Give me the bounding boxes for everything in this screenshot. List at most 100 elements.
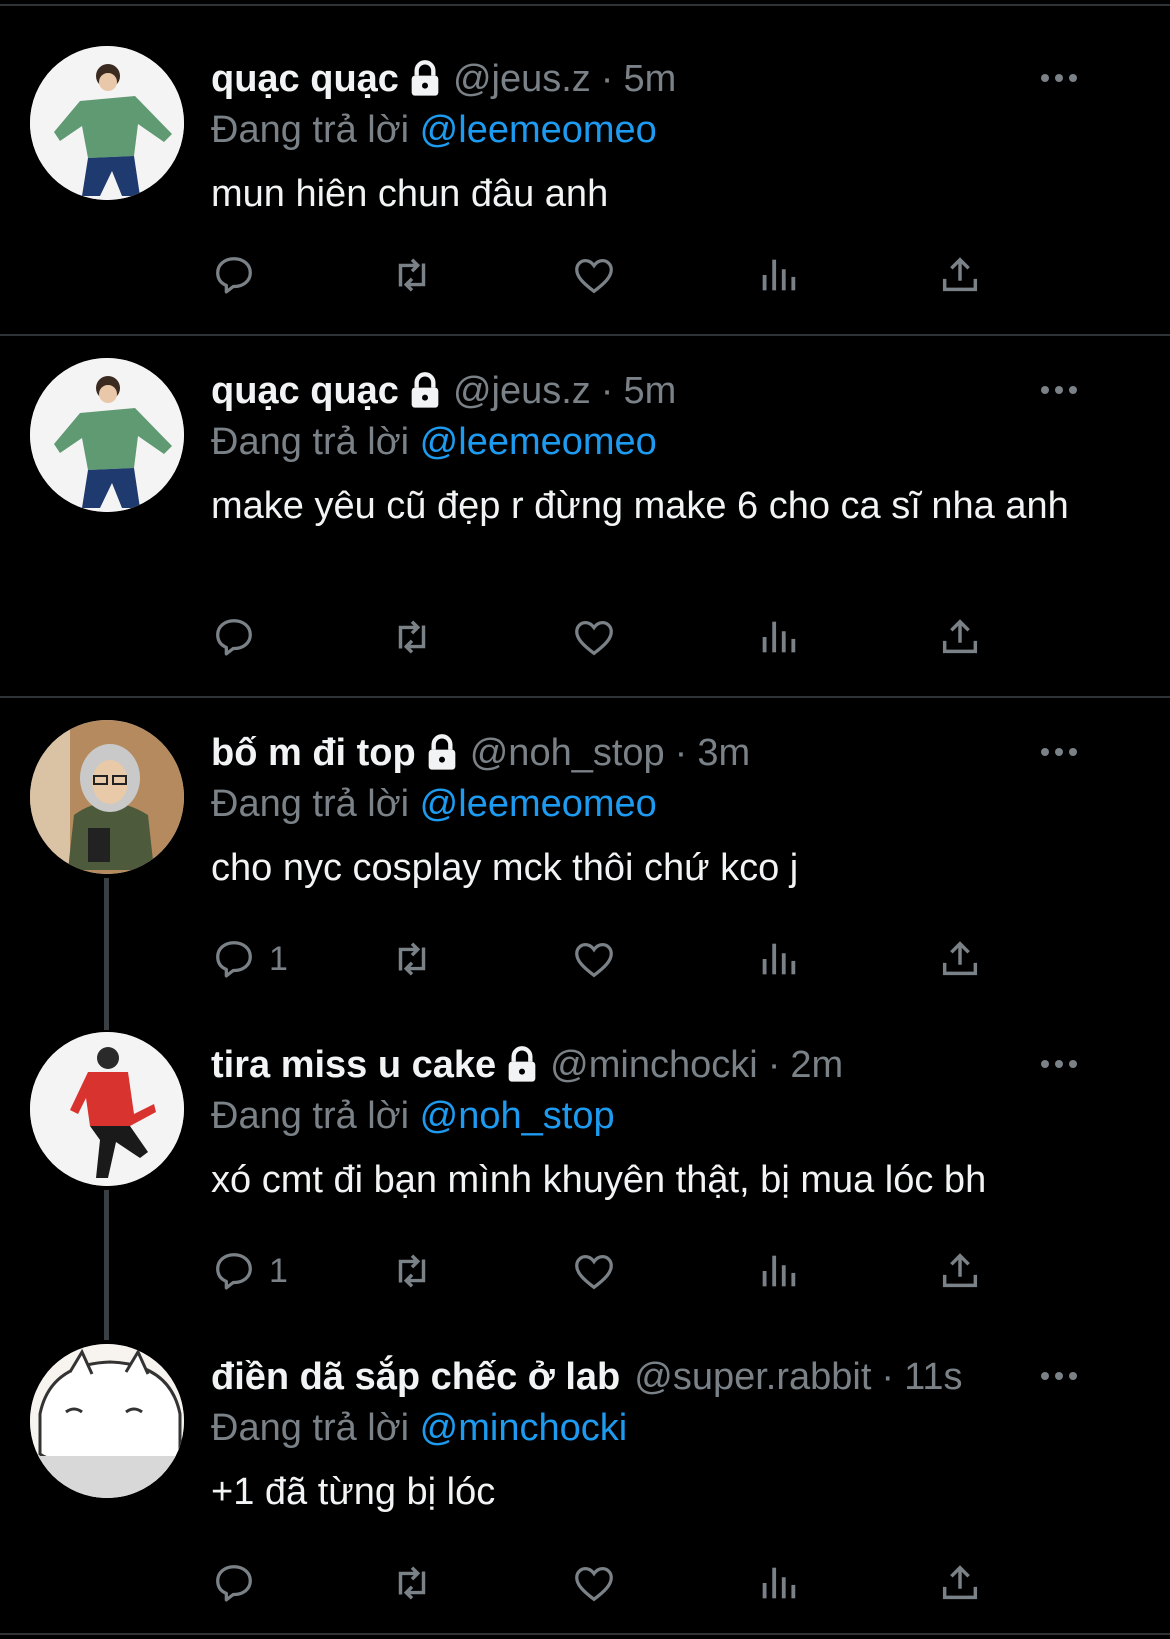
reply-prefix: Đang trả lời — [211, 1407, 410, 1449]
tweet[interactable]: quạc quạc @jeus.z · 5m Đang trả lời @lee… — [0, 46, 1170, 332]
like-icon — [575, 620, 613, 656]
mention-link[interactable]: @leemeomeo — [420, 109, 657, 151]
share-icon — [942, 1253, 978, 1288]
replying-to: Đang trả lời @noh_stop — [211, 1092, 1131, 1140]
views-button[interactable] — [755, 1246, 801, 1296]
handle[interactable]: @super.rabbit — [634, 1356, 871, 1399]
divider — [0, 696, 1170, 698]
like-button[interactable] — [571, 1558, 617, 1608]
tweet-text: xó cmt đi bạn mình khuyên thật, bị mua l… — [211, 1159, 987, 1201]
reply-prefix: Đang trả lời — [211, 783, 410, 825]
separator: · — [600, 57, 614, 100]
reply-button[interactable] — [211, 1558, 269, 1608]
reply-button[interactable]: 1 — [211, 1246, 288, 1296]
more-icon[interactable] — [1037, 1358, 1081, 1394]
tweet-text: cho nyc cosplay mck thôi chứ kco j — [211, 847, 799, 889]
retweet-icon — [398, 258, 426, 292]
share-button[interactable] — [937, 1246, 983, 1296]
separator: · — [674, 731, 688, 774]
views-icon — [762, 1567, 796, 1599]
avatar-image — [30, 46, 184, 200]
views-button[interactable] — [755, 1558, 801, 1608]
avatar[interactable] — [30, 720, 184, 874]
replying-to: Đang trả lời @leemeomeo — [211, 418, 1131, 466]
lock-icon — [405, 371, 445, 411]
share-button[interactable] — [937, 612, 983, 662]
views-button[interactable] — [755, 250, 801, 300]
display-name[interactable]: điền dã sắp chếc ở lab — [211, 1356, 620, 1399]
reply-icon — [216, 257, 252, 294]
mention-link[interactable]: @leemeomeo — [420, 421, 657, 463]
reply-button[interactable]: 1 — [211, 934, 288, 984]
like-icon — [575, 1254, 613, 1290]
more-icon[interactable] — [1037, 734, 1081, 770]
retweet-icon — [398, 1566, 426, 1600]
separator: · — [600, 369, 614, 412]
avatar-image — [30, 1344, 184, 1498]
handle[interactable]: @minchocki — [550, 1044, 758, 1087]
like-button[interactable] — [571, 1246, 617, 1296]
like-button[interactable] — [571, 934, 617, 984]
like-icon — [575, 942, 613, 978]
timestamp[interactable]: 5m — [623, 370, 676, 413]
reply-count: 1 — [269, 1251, 288, 1290]
retweet-button[interactable] — [389, 1558, 435, 1608]
mention-link[interactable]: @noh_stop — [420, 1095, 615, 1137]
avatar[interactable] — [30, 1344, 184, 1498]
retweet-button[interactable] — [389, 250, 435, 300]
views-icon — [762, 943, 796, 975]
share-button[interactable] — [937, 250, 983, 300]
share-button[interactable] — [937, 1558, 983, 1608]
avatar[interactable] — [30, 46, 184, 200]
timestamp[interactable]: 5m — [623, 58, 676, 101]
views-button[interactable] — [755, 934, 801, 984]
handle[interactable]: @jeus.z — [453, 370, 591, 413]
display-name[interactable]: bố m đi top — [211, 732, 416, 775]
timestamp[interactable]: 2m — [790, 1044, 843, 1087]
tweet[interactable]: quạc quạc @jeus.z · 5m Đang trả lời @lee… — [0, 358, 1170, 694]
mention-link[interactable]: @minchocki — [420, 1407, 628, 1449]
reply-count: 1 — [269, 939, 288, 978]
retweet-button[interactable] — [389, 612, 435, 662]
avatar-image — [30, 720, 184, 874]
avatar-image — [30, 358, 184, 512]
reply-icon — [216, 1253, 252, 1290]
reply-button[interactable] — [211, 250, 269, 300]
lock-icon — [422, 733, 462, 773]
timestamp[interactable]: 11s — [904, 1356, 962, 1399]
display-name[interactable]: tira miss u cake — [211, 1044, 496, 1087]
display-name[interactable]: quạc quạc — [211, 370, 399, 413]
avatar[interactable] — [30, 1032, 184, 1186]
timestamp[interactable]: 3m — [697, 732, 750, 775]
like-button[interactable] — [571, 612, 617, 662]
tweet[interactable]: điền dã sắp chếc ở lab @super.rabbit · 1… — [0, 1344, 1170, 1632]
reply-button[interactable] — [211, 612, 269, 662]
replying-to: Đang trả lời @leemeomeo — [211, 780, 1131, 828]
lock-icon — [502, 1045, 542, 1085]
like-button[interactable] — [571, 250, 617, 300]
handle[interactable]: @noh_stop — [470, 732, 665, 775]
reply-icon — [216, 619, 252, 656]
separator: · — [881, 1355, 895, 1398]
handle[interactable]: @jeus.z — [453, 58, 591, 101]
avatar[interactable] — [30, 358, 184, 512]
more-icon[interactable] — [1037, 1046, 1081, 1082]
tweet-text: make yêu cũ đẹp r đừng make 6 cho ca sĩ … — [211, 485, 1069, 527]
reply-icon — [216, 1565, 252, 1602]
mention-link[interactable]: @leemeomeo — [420, 783, 657, 825]
divider — [0, 334, 1170, 336]
share-button[interactable] — [937, 934, 983, 984]
views-button[interactable] — [755, 612, 801, 662]
retweet-button[interactable] — [389, 1246, 435, 1296]
views-icon — [762, 259, 796, 291]
avatar-image — [30, 1032, 184, 1186]
share-icon — [942, 619, 978, 654]
like-icon — [575, 258, 613, 294]
more-icon[interactable] — [1037, 60, 1081, 96]
more-icon[interactable] — [1037, 372, 1081, 408]
tweet[interactable]: tira miss u cake @minchocki · 2m Đang tr… — [0, 1032, 1170, 1332]
display-name[interactable]: quạc quạc — [211, 58, 399, 101]
retweet-button[interactable] — [389, 934, 435, 984]
tweet[interactable]: bố m đi top @noh_stop · 3m Đang trả lời … — [0, 720, 1170, 1020]
divider — [0, 4, 1170, 6]
